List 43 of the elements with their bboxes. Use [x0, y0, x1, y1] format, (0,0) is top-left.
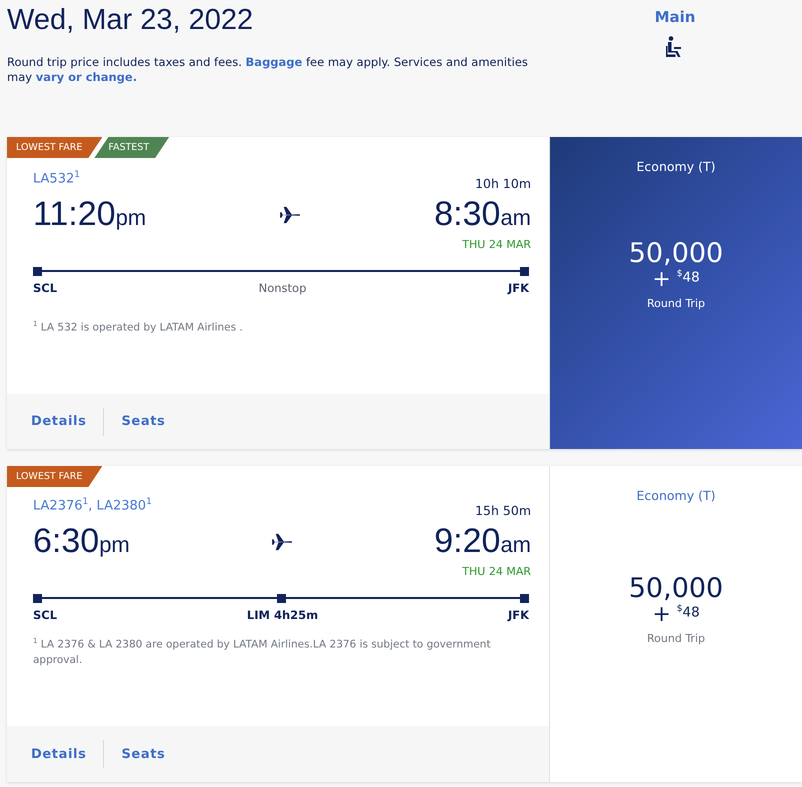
fare-badge: LOWEST FARE: [7, 466, 102, 487]
seats-link[interactable]: Seats: [113, 746, 174, 762]
airplane-icon: [279, 206, 302, 224]
flight-duration: 10h 10m: [475, 176, 531, 191]
arrival-time: 9:20am: [434, 522, 531, 561]
fare-badge: LOWEST FARE: [7, 137, 102, 158]
airport-code: LIM 4h25m: [246, 608, 318, 622]
departure-time: 11:20pm: [33, 195, 146, 234]
airport-code: JFK: [508, 281, 529, 295]
operator-footnote: $^{1}$ LA 2376 & LA 2380 are operated by LATAM Airlines.LA 2376 is subject to government approval.: [33, 636, 492, 668]
flight-number[interactable]: LA2376$^{1}$, LA2380$^{1}$: [33, 497, 152, 514]
trip-type: Round Trip: [647, 632, 705, 645]
airport-code: JFK: [508, 608, 529, 622]
flight-duration: 15h 50m: [475, 503, 531, 518]
departure-time: 6:30pm: [33, 522, 130, 561]
airport-code: SCL: [33, 281, 58, 295]
fare-cabin: Economy (T): [636, 159, 716, 174]
details-link[interactable]: Details: [23, 414, 94, 429]
vary-link[interactable]: vary or change.: [36, 70, 138, 84]
fare-miles: 50,000: [628, 238, 724, 269]
arrival-time: 8:30am: [434, 195, 531, 234]
price-notice: Round trip price includes taxes and fees. Baggage fee may apply. Services and amenities may vary or change.: [7, 55, 529, 85]
stops-label: Nonstop: [258, 281, 306, 295]
seats-link[interactable]: Seats: [113, 414, 174, 429]
fare-option[interactable]: Economy (T) 50,000 + $^{$}$48 Round Trip: [549, 137, 802, 449]
plus-sign: +: [652, 604, 671, 626]
fare-cabin: Economy (T): [636, 488, 716, 503]
plus-sign: +: [652, 269, 671, 291]
arrival-date: THU 24 MAR: [461, 238, 531, 251]
arrival-date: THU 24 MAR: [461, 565, 531, 578]
operator-footnote: $^{1}$ LA 532 is operated by LATAM Airlines .: [33, 319, 244, 336]
airport-code: SCL: [33, 608, 58, 622]
airplane-icon: [271, 532, 293, 550]
fare-badge: FASTEST: [94, 137, 170, 158]
fare-fee: $^{$}$48: [676, 269, 700, 286]
cabin-heading: Main: [654, 8, 696, 26]
fare-option[interactable]: Economy (T) 50,000 + $^{$}$48 Round Trip: [549, 466, 802, 782]
trip-type: Round Trip: [647, 297, 705, 310]
flight-number[interactable]: LA532$^{1}$: [33, 170, 80, 186]
fare-miles: 50,000: [628, 573, 724, 604]
date-heading: Wed, Mar 23, 2022: [7, 4, 254, 37]
details-link[interactable]: Details: [23, 746, 94, 762]
fare-fee: $^{$}$48: [676, 604, 700, 620]
